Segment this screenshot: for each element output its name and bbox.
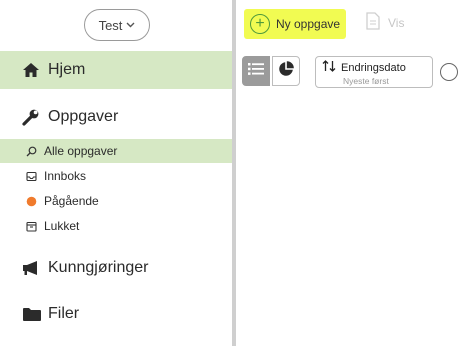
sidebar-subitem-innboks[interactable]: Innboks: [0, 164, 232, 188]
list-view-button[interactable]: [242, 56, 270, 86]
new-task-button[interactable]: + Ny oppgave: [244, 9, 347, 39]
show-label: Vis: [388, 15, 405, 30]
sort-arrows-icon: [322, 60, 336, 75]
sidebar-subitem-pagaende[interactable]: Pågående: [0, 189, 232, 213]
megaphone-icon: [22, 260, 46, 276]
folder-icon: [22, 306, 46, 322]
app-window: Test Hjem Oppgaver Alle oppgaver Innboks…: [0, 0, 464, 346]
sidebar-item-kunngjoringer[interactable]: Kunngjøringer: [0, 249, 232, 287]
workspace-select-value: Test: [98, 17, 123, 33]
workspace-select[interactable]: Test: [84, 9, 150, 41]
wrench-icon: [22, 108, 46, 126]
inbox-icon: [26, 171, 40, 182]
in-progress-dot-icon: [26, 196, 40, 207]
sidebar-item-label: Hjem: [48, 61, 86, 78]
show-button[interactable]: Vis: [366, 12, 404, 33]
sidebar-item-filer[interactable]: Filer: [0, 295, 232, 333]
sidebar-item-hjem[interactable]: Hjem: [0, 51, 232, 89]
search-icon: [26, 146, 40, 157]
main-content: + Ny oppgave Vis Endringsdato Nyeste før…: [236, 0, 464, 346]
sidebar-subitem-label: Lukket: [44, 219, 80, 233]
closed-box-icon: [26, 221, 40, 232]
sidebar-subitem-label: Innboks: [44, 169, 87, 183]
sidebar-item-label: Kunngjøringer: [48, 259, 149, 276]
sidebar-item-label: Filer: [48, 305, 80, 322]
chevron-down-icon: [126, 20, 135, 31]
chart-view-button[interactable]: [272, 56, 300, 86]
view-toggle: [242, 56, 300, 86]
sort-subtitle: Nyeste først: [343, 76, 389, 86]
sidebar-subitem-alle-oppgaver[interactable]: Alle oppgaver: [0, 139, 232, 163]
home-icon: [22, 62, 46, 78]
sort-button[interactable]: Endringsdato Nyeste først: [315, 56, 433, 88]
pie-chart-icon: [278, 60, 294, 82]
sidebar-subitem-label: Alle oppgaver: [44, 144, 118, 158]
sidebar-item-oppgaver[interactable]: Oppgaver: [0, 98, 232, 136]
list-icon: [248, 62, 264, 81]
new-task-label: Ny oppgave: [276, 17, 341, 31]
clock-icon[interactable]: [440, 63, 458, 81]
sidebar-subitem-label: Pågående: [44, 194, 99, 208]
sidebar-subitem-lukket[interactable]: Lukket: [0, 214, 232, 238]
sidebar-item-label: Oppgaver: [48, 108, 119, 125]
plus-circle-icon: +: [250, 14, 270, 34]
sort-title: Endringsdato: [341, 61, 406, 74]
document-icon: [366, 12, 380, 33]
sidebar: Test Hjem Oppgaver Alle oppgaver Innboks…: [0, 0, 232, 346]
